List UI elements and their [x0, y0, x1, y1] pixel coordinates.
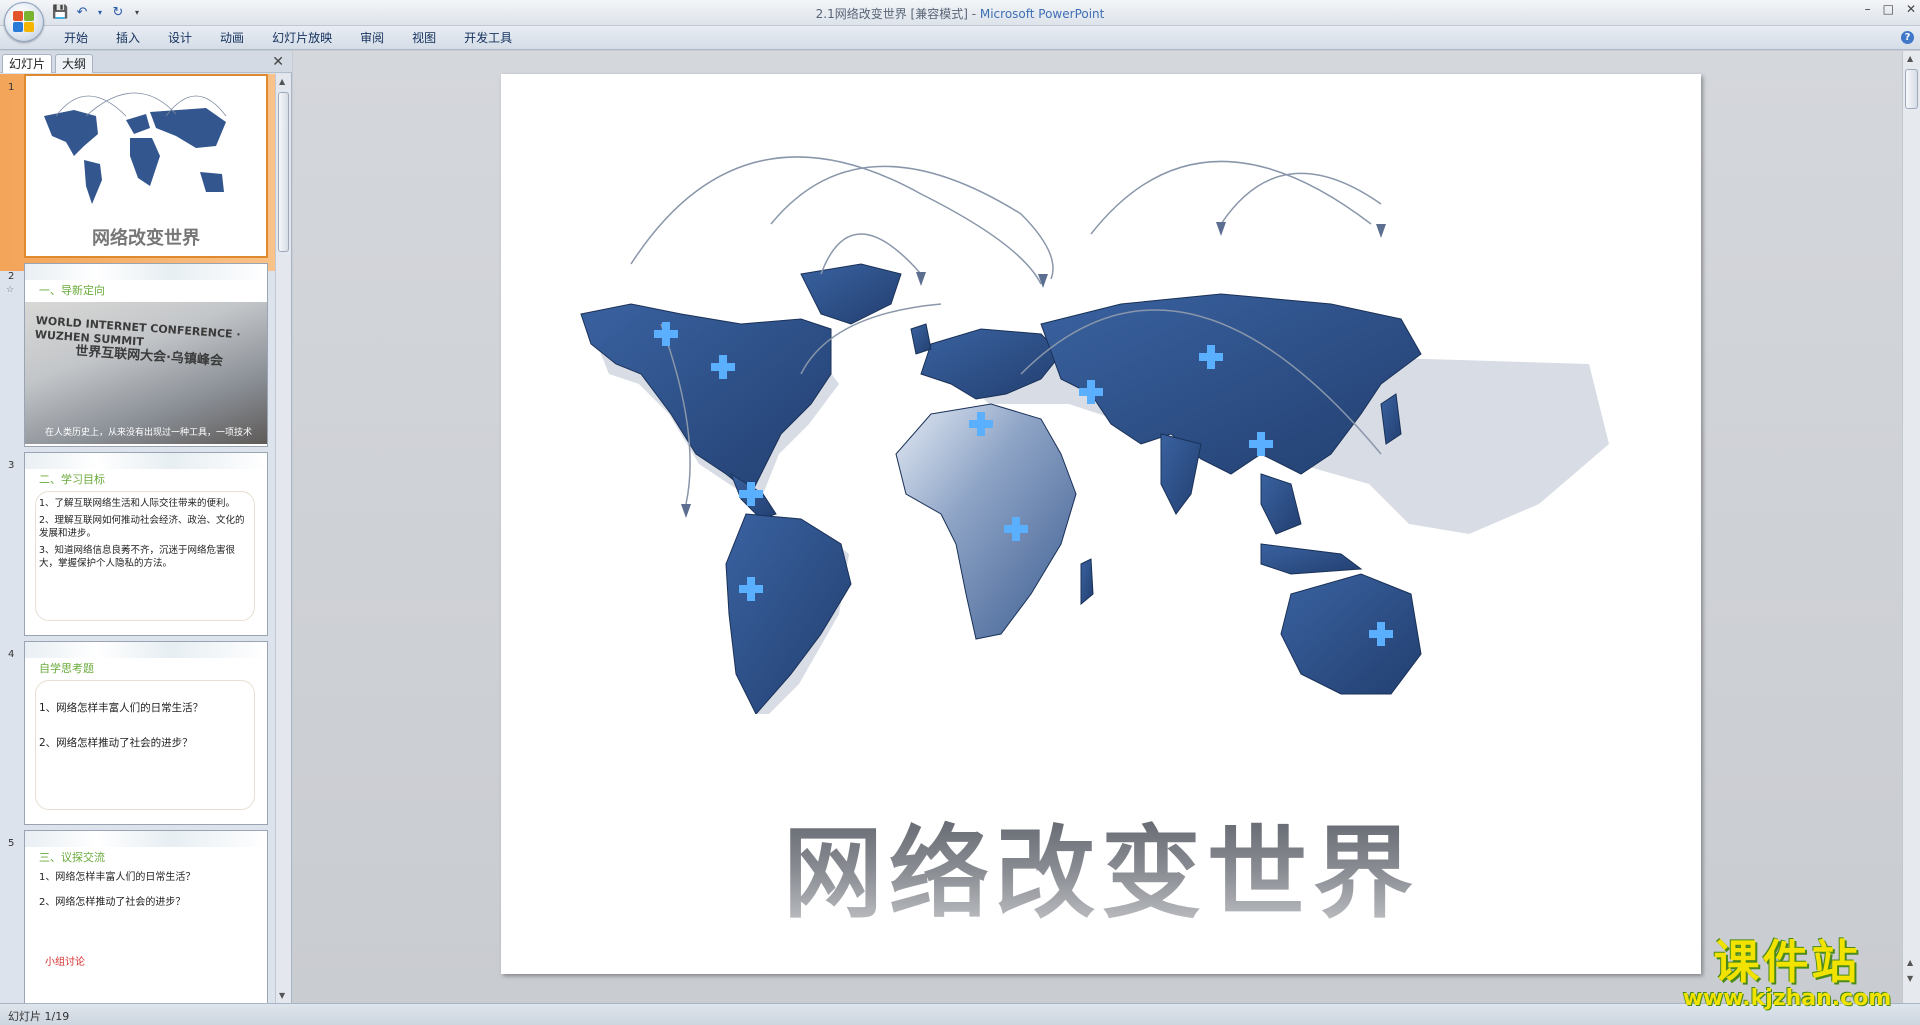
tab-review[interactable]: 审阅 [346, 30, 398, 46]
slide-thumbnail-1[interactable]: 1 网络改变世界 [0, 74, 276, 271]
office-logo-icon [13, 11, 35, 33]
slide-preview: 自学思考题 1、网络怎样丰富人们的日常生活？ 2、网络怎样推动了社会的进步？ [24, 641, 268, 825]
list-item: 1、网络怎样丰富人们的日常生活？ [39, 872, 196, 883]
slide-4-heading: 自学思考题 [39, 662, 94, 675]
slide-2-heading: 一、导新定向 [39, 284, 105, 297]
document-title: 2.1网络改变世界 [兼容模式] [815, 7, 968, 21]
world-map-thumbnail [44, 92, 227, 204]
window-controls: – □ ✕ [1865, 2, 1916, 16]
editor-scrollbar[interactable]: ▲ ▲ ▼ [1902, 51, 1920, 1003]
slide-preview: 二、学习目标 1、了解互联网络生活和人际交往带来的便利。 2、理解互联网如何推动… [24, 452, 268, 636]
minimize-icon[interactable]: – [1865, 2, 1871, 16]
slide-preview: 一、导新定向 WORLD INTERNET CONFERENCE · WUZHE… [24, 263, 268, 447]
restore-icon[interactable]: □ [1883, 2, 1894, 16]
tab-developer[interactable]: 开发工具 [450, 30, 526, 46]
watermark-line2: www.kjzhan.com [1682, 986, 1892, 1011]
watermark-logo: 课件站 www.kjzhan.com [1672, 937, 1902, 1011]
close-icon[interactable]: ✕ [1906, 2, 1916, 16]
scroll-up-icon[interactable]: ▲ [1907, 54, 1913, 63]
title-separator: - [967, 7, 980, 21]
list-item: 1、网络怎样丰富人们的日常生活？ [39, 702, 204, 714]
slide-5-body: 1、网络怎样丰富人们的日常生活？ 2、网络怎样推动了社会的进步？ [39, 871, 249, 913]
tab-insert[interactable]: 插入 [102, 30, 154, 46]
list-item: 1、了解互联网络生活和人际交往带来的便利。 [39, 498, 236, 509]
animation-star-icon: ☆ [6, 285, 15, 295]
window-title: 2.1网络改变世界 [兼容模式] - Microsoft PowerPoint [0, 5, 1920, 22]
slide-number: 1 [8, 82, 15, 93]
list-item: 3、知道网络信息良莠不齐，沉迷于网络危害很大，掌握保护个人隐私的方法。 [39, 545, 236, 569]
decor-band [25, 264, 267, 280]
slide-thumbnails: 1 网络改变世界 2 ☆ 一、导新定向 WORLD INTERNET CONFE… [0, 74, 276, 1003]
status-bar: 幻灯片 1/19 [0, 1003, 1920, 1025]
help-icon[interactable]: ? [1901, 31, 1914, 44]
app-name: Microsoft PowerPoint [979, 7, 1105, 21]
slides-pane: 幻灯片 大纲 ✕ 1 网络改变世界 2 ☆ 一、导新定向 WORLD INTER… [0, 51, 292, 1003]
slide-thumbnail-3[interactable]: 3 二、学习目标 1、了解互联网络生活和人际交往带来的便利。 2、理解互联网如何… [0, 452, 276, 649]
tab-design[interactable]: 设计 [154, 30, 206, 46]
decor-band [25, 642, 267, 658]
tab-slideshow[interactable]: 幻灯片放映 [258, 30, 346, 46]
pane-close-icon[interactable]: ✕ [272, 54, 284, 70]
slide-3-body: 1、了解互联网络生活和人际交往带来的便利。 2、理解互联网如何推动社会经济、政治… [39, 497, 249, 574]
list-item: 2、网络怎样推动了社会的进步？ [39, 737, 193, 749]
next-slide-icon[interactable]: ▼ [1907, 974, 1913, 983]
decor-band [25, 831, 267, 847]
ribbon-tabs: 开始 插入 设计 动画 幻灯片放映 审阅 视图 开发工具 [50, 30, 526, 46]
slide-preview: 三、议探交流 1、网络怎样丰富人们的日常生活？ 2、网络怎样推动了社会的进步？ … [24, 830, 268, 1003]
photo-caption: 在人类历史上，从来没有出现过一种工具，一项技术 [45, 428, 253, 438]
tab-outline[interactable]: 大纲 [55, 54, 94, 73]
slide-number: 4 [8, 649, 15, 660]
world-map-graphic [580, 156, 1609, 714]
slide-thumbnail-2[interactable]: 2 ☆ 一、导新定向 WORLD INTERNET CONFERENCE · W… [0, 263, 276, 460]
slide-thumbnail-4[interactable]: 4 自学思考题 1、网络怎样丰富人们的日常生活？ 2、网络怎样推动了社会的进步？ [0, 641, 276, 838]
slide-number: 5 [8, 838, 15, 849]
slide-indicator: 幻灯片 1/19 [8, 1010, 70, 1023]
slide-1-thumb-title: 网络改变世界 [92, 228, 200, 249]
tab-slides[interactable]: 幻灯片 [2, 54, 53, 73]
slide-preview: 网络改变世界 [24, 74, 268, 258]
slide-5-footer: 小组讨论 [45, 957, 85, 968]
previous-slide-icon[interactable]: ▲ [1907, 958, 1913, 967]
office-button[interactable] [4, 2, 44, 42]
list-item: 2、网络怎样推动了社会的进步？ [39, 897, 186, 908]
slide-number: 3 [8, 460, 15, 471]
slide-title[interactable]: 网络改变世界 [501, 792, 1701, 937]
slide-5-heading: 三、议探交流 [39, 851, 105, 864]
scroll-down-icon[interactable]: ▼ [279, 991, 285, 1000]
pane-tabs: 幻灯片 大纲 ✕ [0, 51, 292, 73]
watermark-line1: 课件站 [1713, 935, 1861, 989]
scroll-thumb[interactable] [278, 92, 289, 252]
list-item: 2、理解互联网如何推动社会经济、政治、文化的发展和进步。 [39, 515, 245, 539]
ribbon: 开始 插入 设计 动画 幻灯片放映 审阅 视图 开发工具 ? [0, 26, 1920, 50]
conference-photo: WORLD INTERNET CONFERENCE · WUZHEN SUMMI… [25, 302, 267, 444]
slide-editor: 网络改变世界 [293, 51, 1902, 1003]
decor-band [25, 453, 267, 469]
tab-animations[interactable]: 动画 [206, 30, 258, 46]
scroll-up-icon[interactable]: ▲ [279, 77, 285, 86]
title-bar: 💾 ↶ ▾ ↻ ▾ 2.1网络改变世界 [兼容模式] - Microsoft P… [0, 0, 1920, 42]
slide-thumbnail-5[interactable]: 5 三、议探交流 1、网络怎样丰富人们的日常生活？ 2、网络怎样推动了社会的进步… [0, 830, 276, 1003]
tab-home[interactable]: 开始 [50, 30, 102, 46]
slide-3-heading: 二、学习目标 [39, 473, 105, 486]
thumbnails-scrollbar[interactable]: ▲ ▼ [275, 74, 291, 1003]
current-slide[interactable]: 网络改变世界 [501, 74, 1701, 974]
tab-view[interactable]: 视图 [398, 30, 450, 46]
slide-4-body: 1、网络怎样丰富人们的日常生活？ 2、网络怎样推动了社会的进步？ [39, 702, 249, 754]
scroll-thumb[interactable] [1905, 69, 1918, 109]
slide-number: 2 [8, 271, 15, 282]
